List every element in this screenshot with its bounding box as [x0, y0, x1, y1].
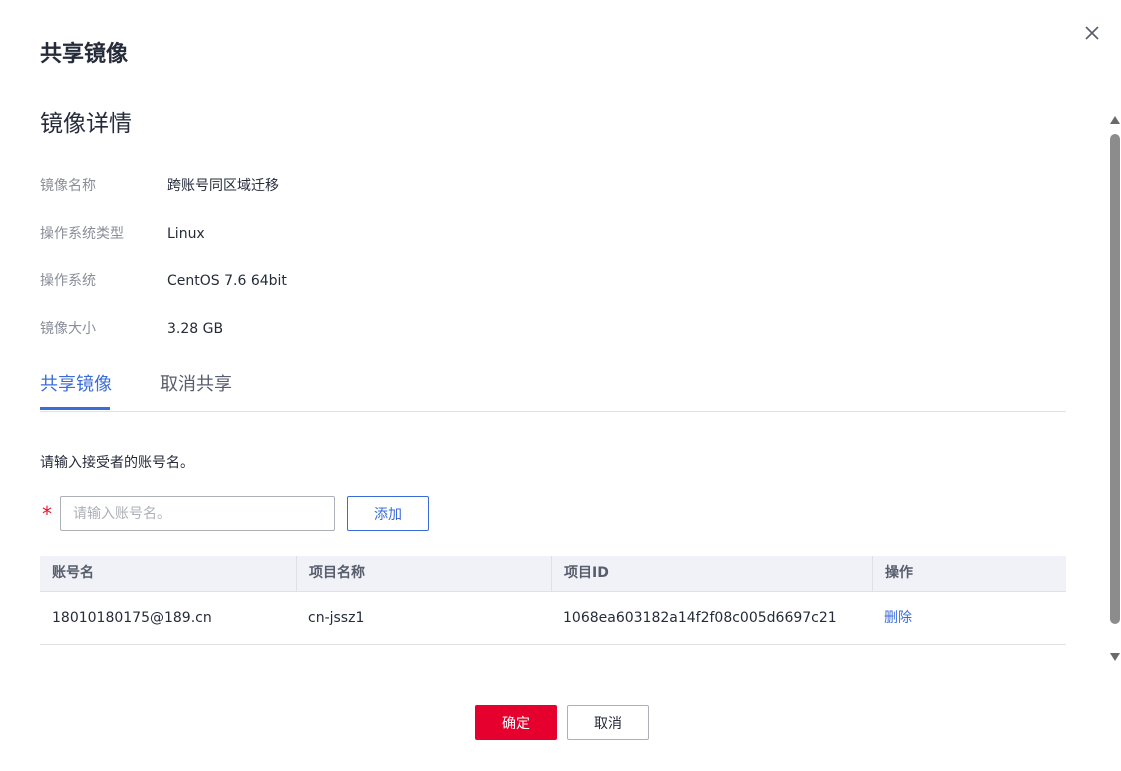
column-header-action: 操作: [872, 556, 1066, 591]
tab-cancel-share[interactable]: 取消共享: [160, 372, 232, 398]
scroll-down-arrow-icon[interactable]: [1110, 653, 1120, 661]
detail-row-image-size: 镜像大小 3.28 GB: [40, 319, 223, 339]
detail-row-os: 操作系统 CentOS 7.6 64bit: [40, 271, 287, 291]
column-header-project-id: 项目ID: [551, 556, 872, 591]
cell-project-id: 1068ea603182a14f2f08c005d6697c21: [563, 610, 837, 626]
shared-accounts-table: 账号名 项目名称 项目ID 操作 18010180175@189.cn cn-j…: [40, 556, 1066, 645]
add-button[interactable]: 添加: [347, 496, 429, 531]
column-header-account: 账号名: [52, 565, 94, 581]
dialog-title: 共享镜像: [40, 42, 129, 67]
detail-label: 镜像大小: [40, 321, 96, 337]
detail-row-os-type: 操作系统类型 Linux: [40, 224, 205, 244]
cell-account: 18010180175@189.cn: [52, 610, 212, 626]
vertical-scrollbar[interactable]: [1108, 112, 1121, 664]
confirm-button[interactable]: 确定: [475, 705, 557, 740]
delete-link[interactable]: 删除: [884, 610, 912, 626]
share-tabs: 共享镜像 取消共享: [40, 370, 1066, 412]
tab-share-image[interactable]: 共享镜像: [40, 372, 112, 398]
image-details-heading: 镜像详情: [40, 111, 132, 137]
detail-label: 镜像名称: [40, 178, 96, 194]
detail-label: 操作系统类型: [40, 226, 124, 242]
scroll-thumb[interactable]: [1110, 134, 1120, 624]
detail-row-image-name: 镜像名称 跨账号同区域迁移: [40, 176, 279, 196]
detail-value: 3.28 GB: [167, 321, 224, 337]
scroll-up-arrow-icon[interactable]: [1110, 116, 1120, 124]
cell-project-name: cn-jssz1: [308, 610, 365, 626]
column-header-project-name: 项目名称: [296, 556, 551, 591]
active-tab-indicator: [40, 407, 110, 410]
detail-value: CentOS 7.6 64bit: [167, 273, 287, 289]
cancel-button[interactable]: 取消: [567, 705, 649, 740]
table-row: 18010180175@189.cn cn-jssz1 1068ea603182…: [40, 592, 1066, 645]
table-header: 账号名 项目名称 项目ID 操作: [40, 556, 1066, 592]
detail-value: 跨账号同区域迁移: [167, 178, 279, 194]
cell-action: 删除: [872, 592, 1066, 644]
close-icon[interactable]: [1081, 22, 1103, 44]
account-hint: 请输入接受者的账号名。: [40, 455, 194, 471]
account-name-input[interactable]: [60, 496, 335, 531]
detail-label: 操作系统: [40, 273, 96, 289]
detail-value: Linux: [167, 226, 205, 242]
share-image-dialog: 共享镜像 镜像详情 镜像名称 跨账号同区域迁移 操作系统类型 Linux 操作系统 C…: [0, 0, 1121, 771]
required-mark: *: [42, 502, 52, 526]
